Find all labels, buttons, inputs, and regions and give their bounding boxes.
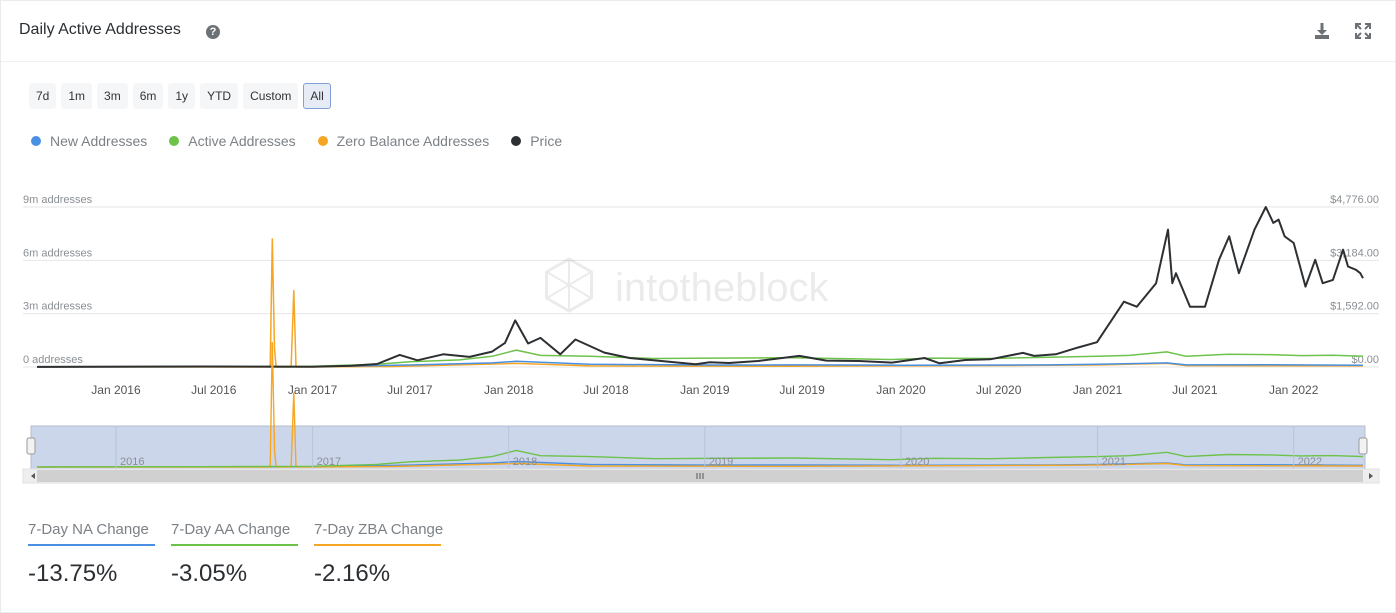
range-button-all[interactable]: All (303, 83, 331, 109)
x-tick-label: Jan 2019 (680, 383, 730, 397)
range-button-7d[interactable]: 7d (29, 83, 57, 109)
range-button-ytd[interactable]: YTD (200, 83, 239, 109)
stat-label: 7-Day NA Change (28, 521, 155, 546)
legend-item-price[interactable]: Price (511, 133, 562, 149)
watermark-text: intotheblock (615, 266, 829, 310)
stat-value: -13.75% (28, 560, 118, 587)
x-tick-label: Jan 2016 (91, 383, 141, 397)
y-right-tick-label: $4,776.00 (1330, 194, 1379, 206)
range-button-1y[interactable]: 1y (168, 83, 196, 109)
y-right-tick-label: $3,184.00 (1330, 247, 1379, 259)
card-header: Daily Active Addresses ? (1, 1, 1395, 62)
navigator-year-label: 2016 (120, 456, 144, 468)
range-button-3m[interactable]: 3m (97, 83, 128, 109)
navigator-left-handle[interactable] (26, 437, 36, 455)
y-left-tick-label: 3m addresses (23, 301, 93, 313)
legend-dot-icon (317, 136, 328, 146)
x-tick-label: Jul 2018 (583, 383, 629, 397)
y-left-tick-label: 0 addresses (23, 354, 83, 366)
navigator-year-label: 2021 (1102, 456, 1126, 468)
x-tick-label: Jul 2017 (387, 383, 433, 397)
navigator-right-handle[interactable] (1358, 437, 1368, 455)
x-tick-label: Jan 2020 (876, 383, 926, 397)
x-tick-label: Jan 2017 (288, 383, 338, 397)
legend-label: New Addresses (50, 133, 148, 149)
x-tick-label: Jul 2016 (191, 383, 237, 397)
navigator-year-label: 2022 (1298, 456, 1322, 468)
range-button-1m[interactable]: 1m (61, 83, 93, 109)
stats-row: 7-Day NA Change -13.75% 7-Day AA Change -3.… (28, 521, 443, 588)
chart-card: Daily Active Addresses ? 7d 1m 3m 6m 1y YTD Cu… (0, 0, 1396, 613)
stat-card: 7-Day NA Change -13.75% (28, 521, 155, 588)
stat-value: -3.05% (171, 560, 248, 587)
chart-title: Daily Active Addresses (19, 21, 181, 38)
download-icon[interactable] (1312, 21, 1332, 41)
legend-dot-icon (511, 136, 522, 146)
expand-icon[interactable] (1353, 21, 1373, 41)
stat-value: -2.16% (314, 560, 391, 587)
stat-label: 7-Day AA Change (171, 521, 298, 546)
navigator-year-label: 2019 (709, 456, 733, 468)
question-circle-icon[interactable]: ? (206, 25, 220, 39)
legend-item-new-addresses[interactable]: New Addresses (31, 133, 147, 149)
legend-dot-icon (31, 136, 41, 146)
legend-item-active-addresses[interactable]: Active Addresses (169, 133, 296, 149)
legend-item-zero-balance-addresses[interactable]: Zero Balance Addresses (317, 133, 490, 149)
navigator-year-label: 2020 (905, 456, 929, 468)
stat-card: 7-Day ZBA Change -2.16% (314, 521, 443, 588)
stat-card: 7-Day AA Change -3.05% (171, 521, 298, 588)
y-left-tick-label: 9m addresses (23, 194, 93, 206)
y-left-tick-label: 6m addresses (23, 247, 93, 259)
x-tick-label: Jul 2021 (1172, 383, 1218, 397)
x-tick-label: Jan 2022 (1269, 383, 1319, 397)
navigator-year-label: 2017 (317, 456, 341, 468)
x-tick-label: Jul 2020 (976, 383, 1022, 397)
range-button-custom[interactable]: Custom (243, 83, 299, 109)
legend-dot-icon (169, 136, 180, 146)
range-selector: 7d 1m 3m 6m 1y YTD Custom All (29, 83, 331, 109)
legend-label: Active Addresses (188, 133, 296, 149)
x-tick-label: Jan 2021 (1073, 383, 1123, 397)
y-right-tick-label: $1,592.00 (1330, 301, 1379, 313)
x-tick-label: Jan 2018 (484, 383, 534, 397)
x-tick-label: Jul 2019 (779, 383, 825, 397)
navigator-year-label: 2018 (513, 456, 537, 468)
chart-legend: New Addresses Active Addresses Zero Balanc… (31, 133, 562, 149)
legend-label: Zero Balance Addresses (336, 133, 490, 149)
legend-label: Price (530, 133, 563, 149)
chart-area: 0 addresses $0.003m addresses $1,592.006m … (22, 194, 1380, 484)
range-button-6m[interactable]: 6m (132, 83, 164, 109)
stat-label: 7-Day ZBA Change (314, 521, 443, 546)
watermark-logo-icon (545, 257, 593, 313)
